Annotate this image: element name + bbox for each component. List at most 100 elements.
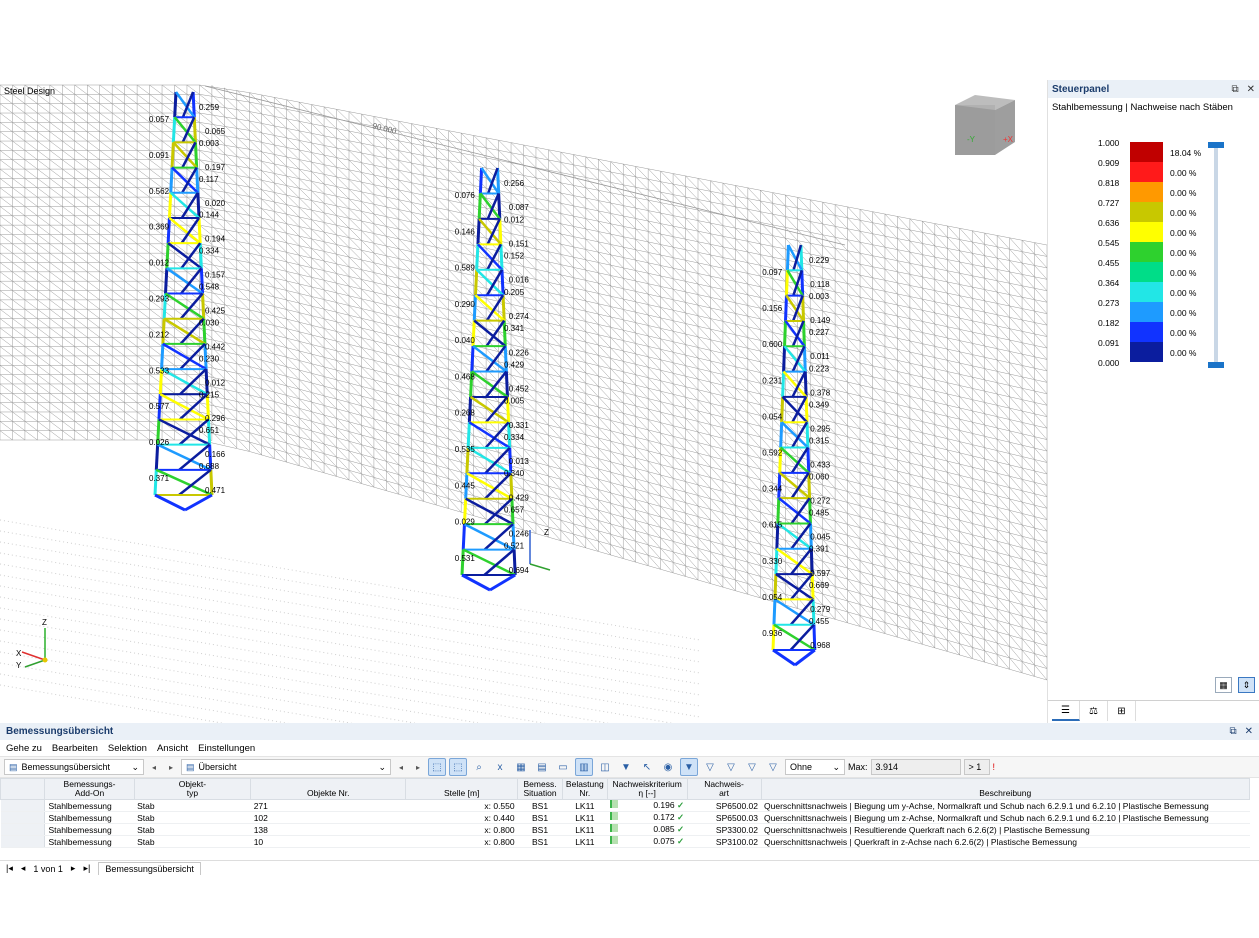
column-header[interactable]: Stelle [m]: [405, 778, 519, 800]
tab-filter-icon[interactable]: ⊞: [1108, 701, 1136, 721]
filter-icon[interactable]: ▼: [680, 758, 698, 776]
tower-member: [803, 371, 808, 397]
table-cell: 0.075 ✓: [607, 835, 688, 848]
model-viewport[interactable]: 90.000 0.259 0.057 0.065 0.003 0.091 0.197 0.11…: [0, 80, 1047, 723]
first-page-icon[interactable]: |◂: [6, 863, 13, 874]
triad-z-label: Z: [42, 618, 47, 627]
tab-color-scale-icon[interactable]: ☰: [1052, 701, 1080, 721]
eye-icon[interactable]: ◉: [659, 758, 677, 776]
design-summary-panel: Bemessungsübersicht ⧉ ✕ Gehe zu Bearbeite…: [0, 723, 1259, 878]
zoom-icon[interactable]: ⌕: [470, 758, 488, 776]
sheet-tab[interactable]: Bemessungsübersicht: [98, 862, 201, 875]
column-icon[interactable]: ▥: [575, 758, 593, 776]
column-header[interactable]: Nachweiskriterium η [--]: [606, 778, 688, 800]
last-page-icon[interactable]: ▸|: [83, 863, 90, 874]
column-header[interactable]: Bemess. Situation: [517, 778, 563, 800]
triad-origin: [42, 657, 48, 663]
member-label: 0.194: [205, 235, 226, 244]
prev-page-icon[interactable]: ◂: [21, 863, 26, 874]
member-label: 0.340: [504, 469, 525, 478]
table-icon[interactable]: ▦: [512, 758, 530, 776]
tower-member: [489, 573, 516, 592]
member-label: 0.272: [810, 497, 831, 506]
member-label: 0.471: [205, 486, 226, 495]
next-icon[interactable]: ▸: [164, 763, 178, 772]
slider-handle-bottom[interactable]: [1208, 362, 1224, 368]
cursor-icon[interactable]: ↖: [638, 758, 656, 776]
slider-handle-top[interactable]: [1208, 142, 1224, 148]
ratio-bar: [610, 812, 619, 820]
check-icon: ✓: [674, 812, 685, 822]
member-label: 0.003: [199, 139, 220, 148]
table-cell: LK11: [562, 823, 608, 836]
table-cell: Stahlbemessung: [44, 835, 135, 848]
table-row[interactable]: Stahlbemessung Stab 102 x: 0.440 BS1 LK11 0.17…: [0, 811, 1250, 824]
table-row[interactable]: Stahlbemessung Stab 138 x: 0.800 BS1 LK11 0.08…: [0, 823, 1250, 836]
member-label: 0.452: [509, 385, 530, 394]
table-row[interactable]: Stahlbemessung Stab 10 x: 0.800 BS1 LK11 0.075…: [0, 835, 1250, 848]
legend-percent: 0.00 %: [1170, 168, 1197, 178]
tower-member: [192, 117, 197, 143]
column-header[interactable]: Bemessungs- Add-On: [44, 778, 135, 800]
member-label: 0.156: [762, 304, 783, 313]
tower-member: [477, 193, 482, 219]
summary-type-dropdown[interactable]: ▤ Bemessungsübersicht ⌄: [4, 759, 144, 775]
prev2-icon[interactable]: ◂: [394, 763, 408, 772]
filter3-icon[interactable]: ▽: [722, 758, 740, 776]
next2-icon[interactable]: ▸: [411, 763, 425, 772]
table-row[interactable]: Stahlbemessung Stab 271 x: 0.550 BS1 LK11 0.19…: [0, 799, 1250, 812]
decimal-icon[interactable]: x: [491, 758, 509, 776]
column-header[interactable]: Nachweis-art: [686, 778, 762, 800]
export-icon[interactable]: ▤: [533, 758, 551, 776]
filter5-icon[interactable]: ▽: [764, 758, 782, 776]
table-cell: Querschnittsnachweis | Querkraft in z-Ac…: [761, 835, 1250, 848]
max-field[interactable]: 3.914: [870, 759, 961, 775]
table-cell: x: 0.800: [405, 835, 518, 848]
member-label: 0.087: [509, 203, 530, 212]
tower-member: [201, 293, 206, 319]
pin-icon[interactable]: ⧉: [1231, 84, 1238, 95]
column-header[interactable]: Beschreibung: [760, 778, 1250, 800]
summary-view-dropdown[interactable]: ▤ Übersicht ⌄: [181, 759, 391, 775]
panel-settings-icon[interactable]: ▦: [1215, 677, 1232, 693]
filter-value-icon[interactable]: ▼: [617, 758, 635, 776]
panel-scale-icon[interactable]: ⇕: [1238, 677, 1255, 693]
summary-pin-icon[interactable]: ⧉: [1229, 726, 1236, 737]
member-label: 0.246: [509, 530, 530, 539]
menu-item-3[interactable]: Ansicht: [157, 743, 188, 754]
menu-item-4[interactable]: Einstellungen: [198, 743, 255, 754]
local-z-label: Z: [544, 528, 549, 537]
member-label: 0.290: [455, 300, 476, 309]
menu-item-2[interactable]: Selektion: [108, 743, 147, 754]
legend-slider[interactable]: [1208, 142, 1224, 368]
member-label: 0.669: [809, 581, 830, 590]
view-icon[interactable]: ◫: [596, 758, 614, 776]
select-icon[interactable]: ⬚: [428, 758, 446, 776]
table-cell: SP6500.02: [687, 799, 761, 812]
filter2-icon[interactable]: ▽: [701, 758, 719, 776]
filter4-icon[interactable]: ▽: [743, 758, 761, 776]
menu-item-0[interactable]: Gehe zu: [6, 743, 42, 754]
member-label: 0.020: [205, 199, 226, 208]
column-header[interactable]: Objekte Nr.: [250, 778, 407, 800]
threshold-field[interactable]: > 1: [963, 759, 990, 775]
member-label: 0.535: [455, 445, 476, 454]
next-page-icon[interactable]: ▸: [71, 863, 76, 874]
column-header[interactable]: Belastung Nr.: [561, 778, 608, 800]
tower-member: [504, 371, 509, 398]
tab-balance-icon[interactable]: ⚖: [1080, 701, 1108, 721]
member-label: 0.259: [199, 103, 220, 112]
print-icon[interactable]: ▭: [554, 758, 572, 776]
member-label: 0.197: [205, 163, 226, 172]
column-header[interactable]: Objekt-typ: [133, 778, 252, 800]
summary-close-icon[interactable]: ✕: [1245, 726, 1253, 737]
member-label: 0.026: [149, 438, 170, 447]
close-icon[interactable]: ✕: [1247, 84, 1255, 95]
table-cell: SP3100.02: [687, 835, 761, 848]
menu-item-1[interactable]: Bearbeiten: [52, 743, 98, 754]
prev-icon[interactable]: ◂: [147, 763, 161, 772]
tower-member: [170, 142, 175, 168]
select-lock-icon[interactable]: ⬚: [449, 758, 467, 776]
filter-dropdown[interactable]: Ohne ⌄: [785, 759, 845, 775]
tower-member: [171, 117, 177, 143]
